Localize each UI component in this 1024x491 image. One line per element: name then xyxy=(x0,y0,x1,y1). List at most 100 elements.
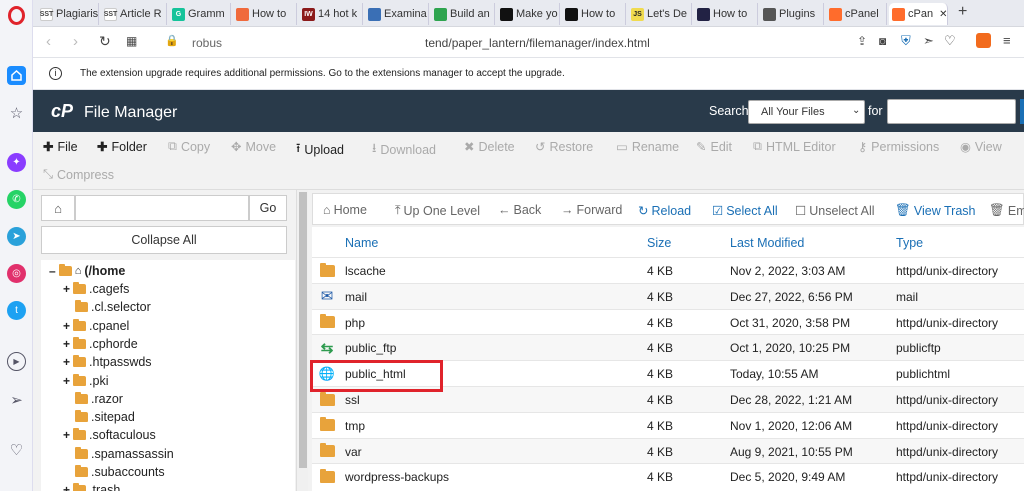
restore-button[interactable]: ↺ Restore xyxy=(535,139,593,155)
bookmarks-star-icon[interactable]: ☆ xyxy=(7,103,26,122)
back-nav-button[interactable]: ← Back xyxy=(498,203,541,217)
tree-item[interactable]: .sitepad xyxy=(75,410,135,424)
home-nav-button[interactable]: ⌂ Home xyxy=(323,203,367,217)
search-input[interactable] xyxy=(887,99,1016,124)
vpn-shield-icon[interactable]: ⛨ xyxy=(901,33,911,49)
twitter-icon[interactable]: t xyxy=(7,301,26,320)
tree-item[interactable]: .spamassassin xyxy=(75,446,174,461)
column-header-type[interactable]: Type xyxy=(896,236,923,250)
expand-plus-icon[interactable]: + xyxy=(63,428,70,442)
path-input[interactable] xyxy=(75,195,249,221)
address-input-path[interactable]: tend/paper_lantern/filemanager/index.htm… xyxy=(425,36,650,50)
cpanel-logo[interactable]: cP xyxy=(51,101,73,122)
forward-nav-button[interactable]: → Forward xyxy=(561,203,622,217)
scrollbar-thumb[interactable] xyxy=(299,192,307,468)
view-button[interactable]: ◉ View xyxy=(960,139,1002,155)
expand-plus-icon[interactable]: + xyxy=(63,483,70,491)
unselect-all-button[interactable]: ☐ Unselect All xyxy=(795,203,875,219)
telegram-icon[interactable]: ➤ xyxy=(7,227,26,246)
share-icon[interactable]: ⇪ xyxy=(857,34,867,48)
up-one-level-button[interactable]: ⤒ Up One Level xyxy=(395,203,480,218)
column-header-last-modified[interactable]: Last Modified xyxy=(730,236,804,250)
reload-nav-button[interactable]: ↻ Reload xyxy=(638,203,691,219)
heart-bookmark-icon[interactable]: ♡ xyxy=(944,33,956,49)
table-row[interactable]: var 4 KB Aug 9, 2021, 10:55 PM httpd/unix-d… xyxy=(312,437,1024,464)
address-input-left[interactable]: robus xyxy=(192,36,222,50)
table-row[interactable]: tmp 4 KB Nov 1, 2020, 12:06 AM httpd/unix-d… xyxy=(312,411,1024,438)
expand-plus-icon[interactable]: + xyxy=(63,282,70,296)
table-row[interactable]: ⇆ public_ftp 4 KB Oct 1, 2020, 10:25 PM publ… xyxy=(312,334,1024,361)
tree-item[interactable]: + .cphorde xyxy=(63,336,138,351)
empty-trash-button[interactable]: 🗑Emp xyxy=(989,203,1024,218)
delete-button[interactable]: ✖ Delete xyxy=(464,139,515,155)
tree-item[interactable]: .razor xyxy=(75,391,123,406)
collapse-all-button[interactable]: Collapse All xyxy=(41,226,287,254)
tree-item[interactable]: .cl.selector xyxy=(75,300,151,314)
reload-icon[interactable]: ↻ xyxy=(99,33,111,50)
tree-item[interactable]: + .htpasswds xyxy=(63,355,152,369)
home-icon[interactable] xyxy=(7,66,26,85)
browser-tab[interactable]: SST Plagiaris xyxy=(37,3,99,25)
rename-button[interactable]: ▭ Rename xyxy=(616,139,679,155)
new-file-button[interactable]: ✚ File xyxy=(43,139,78,155)
search-scope-select[interactable]: All Your Files ⌄ xyxy=(748,100,865,124)
tree-item[interactable]: + .cagefs xyxy=(63,282,129,296)
extension-icon[interactable] xyxy=(976,33,991,48)
send-icon[interactable]: ➣ xyxy=(923,33,934,49)
camera-icon[interactable]: ◙ xyxy=(879,34,886,48)
download-button[interactable]: ⭳ Download xyxy=(372,139,436,160)
browser-tab[interactable]: SST Article R xyxy=(101,3,167,25)
tree-item[interactable]: + .softaculous xyxy=(63,428,156,442)
column-header-name[interactable]: Name xyxy=(345,236,378,250)
tree-item[interactable]: + .trash xyxy=(63,483,120,491)
table-row[interactable]: lscache 4 KB Nov 2, 2022, 3:03 AM httpd/uni… xyxy=(312,257,1024,283)
expand-plus-icon[interactable]: + xyxy=(63,319,70,333)
collapse-minus-icon[interactable]: – xyxy=(49,264,56,278)
browser-tab[interactable]: cPan ✕ xyxy=(889,3,948,25)
messenger-icon[interactable]: ✦ xyxy=(7,153,26,172)
back-arrow-icon[interactable]: ‹ xyxy=(46,33,51,50)
player-icon[interactable]: ▶ xyxy=(7,352,26,371)
browser-tab[interactable]: G Gramm xyxy=(169,3,231,25)
browser-tab[interactable]: Build an xyxy=(431,3,495,25)
tree-item[interactable]: + .pki xyxy=(63,373,108,388)
column-header-size[interactable]: Size xyxy=(647,236,671,250)
move-button[interactable]: ✥ Move xyxy=(231,139,276,155)
browser-tab[interactable]: Examina xyxy=(365,3,429,25)
send-flow-icon[interactable]: ➢ xyxy=(7,390,26,409)
copy-button[interactable]: ⧉ Copy xyxy=(168,139,210,154)
whatsapp-icon[interactable]: ✆ xyxy=(7,190,26,209)
browser-tab[interactable]: How to xyxy=(694,3,758,25)
edit-button[interactable]: ✎ Edit xyxy=(696,139,732,155)
new-folder-button[interactable]: ✚ Folder xyxy=(97,139,147,155)
table-row[interactable]: ✉ mail 4 KB Dec 27, 2022, 6:56 PM mail xyxy=(312,282,1024,309)
forward-arrow-icon[interactable]: › xyxy=(73,33,78,50)
browser-tab[interactable]: How to xyxy=(233,3,297,25)
table-row[interactable]: wordpress-backups 4 KB Dec 5, 2020, 9:49 A… xyxy=(312,463,1024,489)
table-row[interactable]: php 4 KB Oct 31, 2020, 3:58 PM httpd/unix-d… xyxy=(312,308,1024,335)
select-all-button[interactable]: ☑ Select All xyxy=(712,203,778,219)
opera-logo-icon[interactable] xyxy=(7,6,26,25)
path-home-button[interactable]: ⌂ xyxy=(41,195,75,221)
tree-root[interactable]: – ⌂ (/home xyxy=(49,264,125,278)
permissions-button[interactable]: ⚷ Permissions xyxy=(858,139,939,155)
close-tab-icon[interactable]: ✕ xyxy=(939,9,947,20)
html-editor-button[interactable]: ⧉ HTML Editor xyxy=(753,139,836,154)
compress-button[interactable]: ⤡ Compress xyxy=(43,167,114,182)
upload-button[interactable]: ⭱ Upload xyxy=(296,139,344,160)
view-trash-button[interactable]: 🗑 View Trash xyxy=(895,203,975,218)
path-go-button[interactable]: Go xyxy=(249,195,287,221)
expand-plus-icon[interactable]: + xyxy=(63,337,70,351)
search-go-button[interactable] xyxy=(1020,99,1024,124)
directory-scrollbar[interactable] xyxy=(296,190,308,491)
tree-item[interactable]: .subaccounts xyxy=(75,465,165,479)
expand-plus-icon[interactable]: + xyxy=(63,374,70,388)
easy-setup-icon[interactable]: ≡ xyxy=(1003,33,1011,48)
browser-tab[interactable]: cPanel xyxy=(826,3,887,25)
browser-tab[interactable]: Make yo xyxy=(497,3,560,25)
browser-tab[interactable]: JS Let's De xyxy=(628,3,692,25)
heart-icon[interactable]: ♡ xyxy=(7,440,26,459)
browser-tab[interactable]: IW 14 hot k xyxy=(299,3,363,25)
expand-plus-icon[interactable]: + xyxy=(63,355,70,369)
tree-item[interactable]: + .cpanel xyxy=(63,318,129,333)
